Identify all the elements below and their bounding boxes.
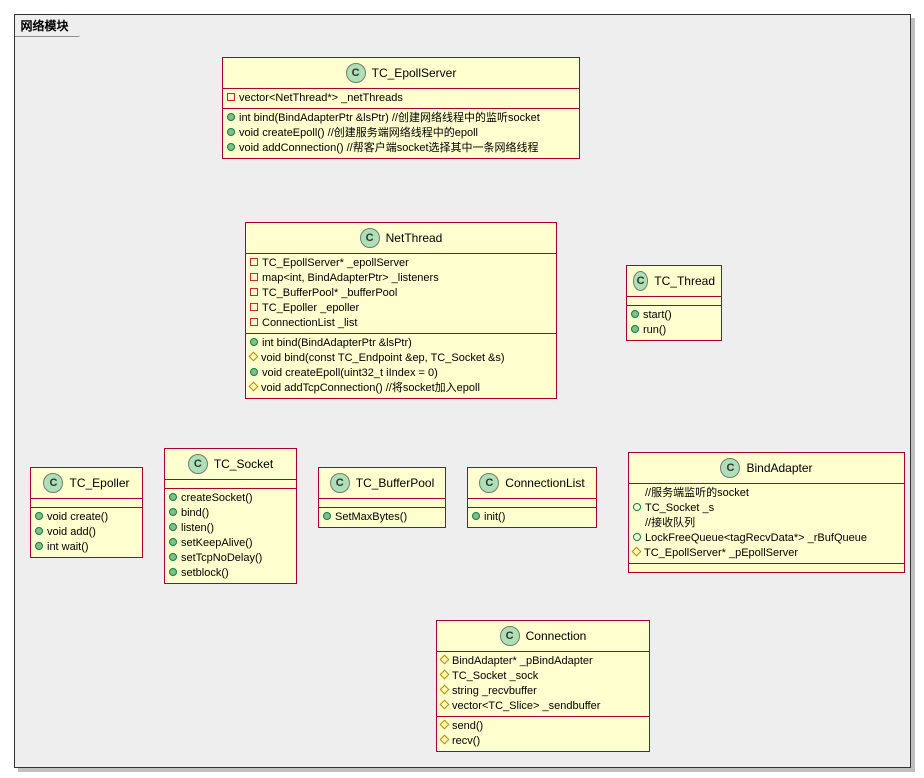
class-name: NetThread [386,231,443,245]
field: TC_Epoller _epoller [250,301,552,316]
method: void createEpoll() //创建服务端网络线程中的epoll [227,126,575,141]
class-header: C Connection [437,621,649,652]
package-title: 网络模块 [14,14,80,37]
class-connectionlist: C ConnectionList init() [467,467,597,528]
class-header: C NetThread [246,223,556,254]
field: ConnectionList _list [250,316,552,331]
class-icon: C [500,626,520,646]
class-header: C TC_EpollServer [223,58,579,89]
method: setTcpNoDelay() [169,551,292,566]
field: TC_Socket _sock [441,669,645,684]
class-icon: C [720,458,740,478]
fields-section: TC_EpollServer* _epollServer map<int, Bi… [246,254,556,334]
class-tc-thread: C TC_Thread start() run() [626,265,722,341]
method: void addTcpConnection() //将socket加入epoll [250,381,552,396]
class-header: C TC_BufferPool [319,468,445,499]
method: SetMaxBytes() [323,510,441,525]
method: int bind(BindAdapterPtr &lsPtr) [250,336,552,351]
methods-section: int bind(BindAdapterPtr &lsPtr) //创建网络线程… [223,109,579,158]
class-name: ConnectionList [505,476,584,490]
method: run() [631,323,717,338]
method: void createEpoll(uint32_t iIndex = 0) [250,366,552,381]
methods-section: createSocket() bind() listen() setKeepAl… [165,489,296,583]
field: map<int, BindAdapterPtr> _listeners [250,271,552,286]
method: init() [472,510,592,525]
class-bindadapter: C BindAdapter //服务端监听的socket TC_Socket _… [628,452,905,573]
class-name: TC_Epoller [69,476,129,490]
class-icon: C [330,473,350,493]
class-tc-socket: C TC_Socket createSocket() bind() listen… [164,448,297,584]
class-name: TC_EpollServer [372,66,457,80]
methods-section: start() run() [627,306,721,340]
class-icon: C [43,473,63,493]
fields-section: BindAdapter* _pBindAdapter TC_Socket _so… [437,652,649,717]
class-name: BindAdapter [746,461,812,475]
class-name: TC_BufferPool [356,476,435,490]
method: bind() [169,506,292,521]
field: LockFreeQueue<tagRecvData*> _rBufQueue [633,531,900,546]
class-header: C TC_Socket [165,449,296,480]
class-header: C ConnectionList [468,468,596,499]
field: vector<NetThread*> _netThreads [227,91,575,106]
method: void add() [35,525,138,540]
methods-section: SetMaxBytes() [319,508,445,527]
class-icon: C [346,63,366,83]
class-header: C BindAdapter [629,453,904,484]
field: string _recvbuffer [441,684,645,699]
class-netthread: C NetThread TC_EpollServer* _epollServer… [245,222,557,399]
class-icon: C [479,473,499,493]
class-header: C TC_Thread [627,266,721,297]
method: void addConnection() //帮客户端socket选择其中一条网… [227,141,575,156]
field: TC_EpollServer* _epollServer [250,256,552,271]
class-name: TC_Thread [654,274,715,288]
field: //服务端监听的socket [633,486,900,501]
class-tc-epollserver: C TC_EpollServer vector<NetThread*> _net… [222,57,580,159]
class-icon: C [633,271,648,291]
field: vector<TC_Slice> _sendbuffer [441,699,645,714]
uml-diagram: 网络模块 C TC_EpollServer vector<NetThread*>… [0,0,924,778]
fields-section: //服务端监听的socket TC_Socket _s //接收队列 LockF… [629,484,904,564]
method: void bind(const TC_Endpoint &ep, TC_Sock… [250,351,552,366]
class-icon: C [188,454,208,474]
class-name: TC_Socket [214,457,273,471]
method: send() [441,719,645,734]
method: setblock() [169,566,292,581]
method: recv() [441,734,645,749]
method: createSocket() [169,491,292,506]
class-connection: C Connection BindAdapter* _pBindAdapter … [436,620,650,752]
method: setKeepAlive() [169,536,292,551]
class-header: C TC_Epoller [31,468,142,499]
class-tc-bufferpool: C TC_BufferPool SetMaxBytes() [318,467,446,528]
method: int bind(BindAdapterPtr &lsPtr) //创建网络线程… [227,111,575,126]
field: TC_BufferPool* _bufferPool [250,286,552,301]
method: listen() [169,521,292,536]
class-tc-epoller: C TC_Epoller void create() void add() in… [30,467,143,558]
method: start() [631,308,717,323]
field: TC_EpollServer* _pEpollServer [633,546,900,561]
method: void create() [35,510,138,525]
methods-section: int bind(BindAdapterPtr &lsPtr) void bin… [246,334,556,398]
field: //接收队列 [633,516,900,531]
class-icon: C [360,228,380,248]
methods-section: init() [468,508,596,527]
field: BindAdapter* _pBindAdapter [441,654,645,669]
methods-section: send() recv() [437,717,649,751]
class-name: Connection [526,629,587,643]
method: int wait() [35,540,138,555]
methods-section: void create() void add() int wait() [31,508,142,557]
fields-section: vector<NetThread*> _netThreads [223,89,579,109]
field: TC_Socket _s [633,501,900,516]
